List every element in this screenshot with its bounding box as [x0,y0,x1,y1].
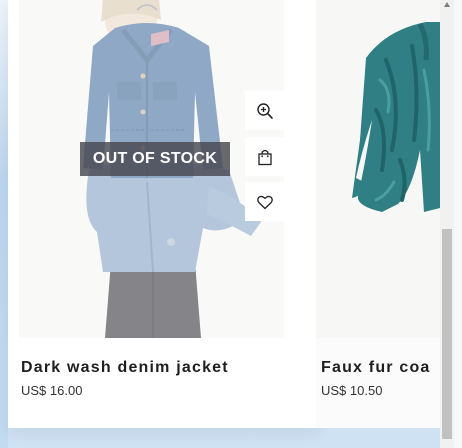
scroll-up-arrow-icon[interactable] [444,2,450,7]
product-price: US$ 10.50 [321,383,383,398]
product-name[interactable]: Faux fur coa [321,359,440,377]
product-name[interactable]: Dark wash denim jacket [21,359,229,377]
product-price: US$ 16.00 [21,383,83,398]
shopping-bag-icon [257,149,272,165]
zoom-in-icon [256,102,273,119]
heart-icon [256,195,273,209]
out-of-stock-badge: OUT OF STOCK [80,142,230,176]
quick-view-button[interactable] [245,91,284,130]
product-image[interactable] [316,0,440,338]
left-edge-strip [0,0,8,448]
faux-fur-coat-photo [316,0,440,338]
add-to-cart-button[interactable] [245,137,284,176]
scrollbar-thumb[interactable] [442,229,452,439]
add-to-wishlist-button[interactable] [245,182,284,221]
right-edge-strip [454,0,462,448]
